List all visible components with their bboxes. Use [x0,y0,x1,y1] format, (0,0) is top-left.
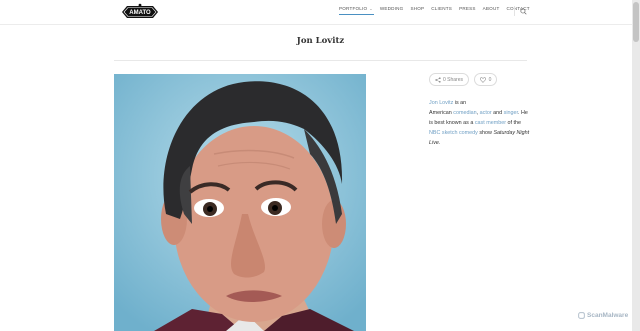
bio-link-actor[interactable]: actor [480,110,492,116]
main-nav: PORTFOLIO ⌄ WEDDING SHOP CLIENTS PRESS AB… [339,6,537,15]
nav-portfolio-label: PORTFOLIO [339,6,368,11]
logo-text: AMATO [129,10,151,16]
title-band: Jon Lovitz [114,24,527,61]
watermark: ScanMalware [578,312,628,319]
nav-divider [514,6,515,16]
page: AMATO PORTFOLIO ⌄ WEDDING SHOP CLIENTS PR… [0,0,632,331]
bio-link-comedian[interactable]: comedian [453,110,476,116]
nav-press[interactable]: PRESS [459,6,476,15]
scrollbar-thumb[interactable] [633,2,639,42]
nav-portfolio[interactable]: PORTFOLIO ⌄ [339,6,374,15]
bio-text-1: is an [453,100,467,106]
bio-link-sketch[interactable]: sketch comedy [442,130,478,136]
site-header: AMATO PORTFOLIO ⌄ WEDDING SHOP CLIENTS PR… [0,0,632,25]
page-scrollbar[interactable] [632,0,640,331]
bio-link-name[interactable]: Jon Lovitz [429,100,453,106]
nav-clients[interactable]: CLIENTS [431,6,452,15]
like-count: 0 [488,76,492,83]
bio-text-2: American [429,110,454,116]
portrait-photo [114,74,366,331]
bio-link-nbc[interactable]: NBC [429,130,440,136]
share-button[interactable]: 0 Shares [429,73,469,86]
page-title: Jon Lovitz [296,36,345,46]
heart-icon [479,76,486,83]
nav-wedding[interactable]: WEDDING [380,6,404,15]
nav-about[interactable]: ABOUT [483,6,500,15]
chevron-down-icon: ⌄ [369,6,373,11]
bio-text-6: of the [506,120,522,126]
scanmalware-logo-icon [578,312,585,319]
bio-text-4: and [491,110,504,116]
bio-text-9: . [438,140,441,146]
share-count-label: 0 Shares [442,76,463,83]
bio-text-8: show [477,130,494,136]
nav-shop[interactable]: SHOP [410,6,424,15]
site-logo[interactable]: AMATO [119,3,161,21]
like-button[interactable]: 0 [474,73,497,86]
watermark-text: ScanMalware [587,312,629,319]
share-icon [435,76,441,83]
bio-text: Jon Lovitz is an American comedian, acto… [429,98,531,148]
active-nav-underline [339,14,374,15]
bio-link-cast[interactable]: cast member [475,120,506,126]
bio-link-singer[interactable]: singer [504,110,518,116]
search-icon[interactable] [520,8,527,15]
